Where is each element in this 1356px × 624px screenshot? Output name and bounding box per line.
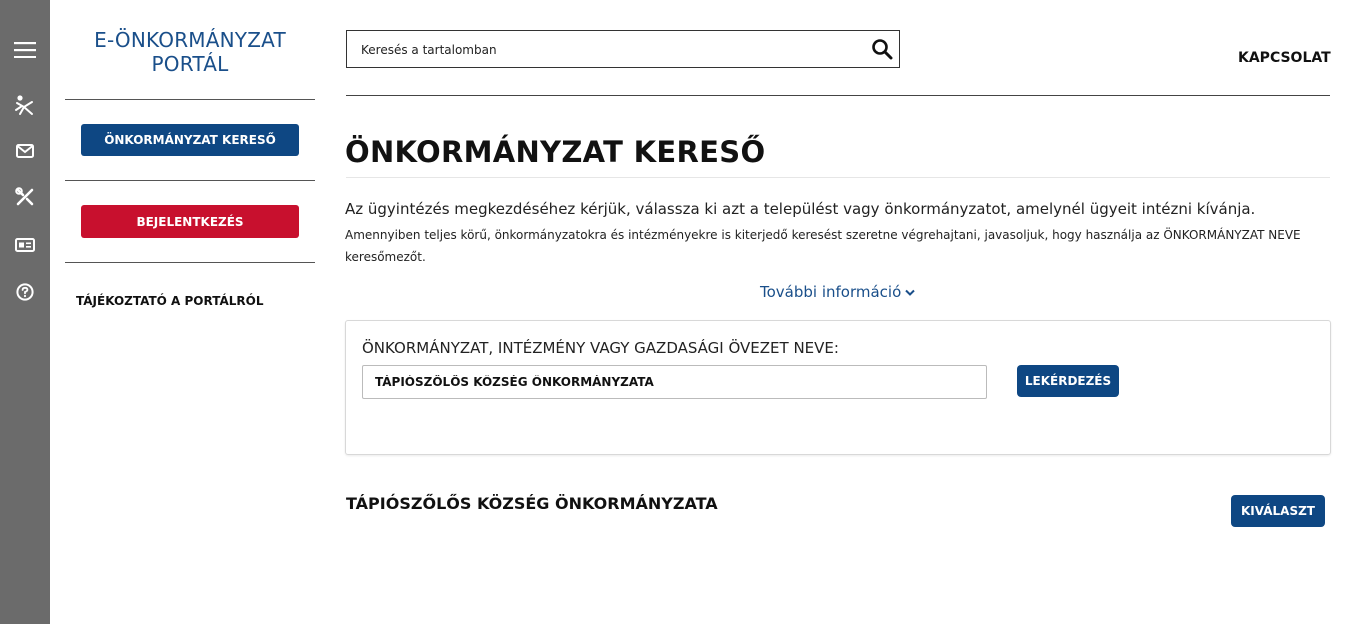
- sidebar-divider: [65, 180, 315, 181]
- chevron-down-icon: [905, 283, 915, 301]
- result-name: TÁPIÓSZŐLŐS KÖZSÉG ÖNKORMÁNYZATA: [346, 494, 718, 513]
- search-panel: ÖNKORMÁNYZAT, INTÉZMÉNY VAGY GAZDASÁGI Ö…: [345, 320, 1331, 455]
- icon-rail: [0, 0, 50, 624]
- portal-info-link[interactable]: TÁJÉKOZTATÓ A PORTÁLRÓL: [76, 294, 263, 308]
- portal-logo[interactable]: E-ÖNKORMÁNYZAT PORTÁL: [90, 28, 290, 76]
- contact-link[interactable]: KAPCSOLAT: [1238, 50, 1331, 66]
- intro-text: Az ügyintézés megkezdéséhez kérjük, vála…: [345, 200, 1256, 218]
- municipality-name-label: ÖNKORMÁNYZAT, INTÉZMÉNY VAGY GAZDASÁGI Ö…: [362, 339, 839, 357]
- login-button[interactable]: BEJELENTKEZÉS: [81, 205, 299, 238]
- content-search-box: [346, 30, 900, 68]
- search-input[interactable]: [361, 40, 861, 60]
- person-accessibility-icon[interactable]: [12, 92, 38, 118]
- title-divider: [346, 177, 1330, 178]
- municipality-finder-button[interactable]: ÖNKORMÁNYZAT KERESŐ: [81, 124, 299, 156]
- more-info-label: További információ: [760, 283, 902, 301]
- page-title: ÖNKORMÁNYZAT KERESŐ: [345, 135, 766, 169]
- search-icon[interactable]: [871, 38, 893, 60]
- help-circle-icon[interactable]: [12, 279, 38, 305]
- tools-icon[interactable]: [12, 184, 38, 210]
- id-card-icon[interactable]: [12, 232, 38, 258]
- select-button[interactable]: KIVÁLASZT: [1231, 495, 1325, 527]
- sidebar-divider: [65, 262, 315, 263]
- query-button[interactable]: LEKÉRDEZÉS: [1017, 365, 1119, 397]
- envelope-icon[interactable]: [12, 138, 38, 164]
- header-divider: [346, 95, 1330, 96]
- intro-note: Amennyiben teljes körű, önkormányzatokra…: [345, 228, 1301, 264]
- sidebar: E-ÖNKORMÁNYZAT PORTÁL ÖNKORMÁNYZAT KERES…: [50, 0, 330, 624]
- menu-icon[interactable]: [12, 37, 38, 63]
- sidebar-divider: [65, 99, 315, 100]
- municipality-name-input[interactable]: [362, 365, 987, 399]
- more-info-toggle[interactable]: További információ: [760, 283, 915, 301]
